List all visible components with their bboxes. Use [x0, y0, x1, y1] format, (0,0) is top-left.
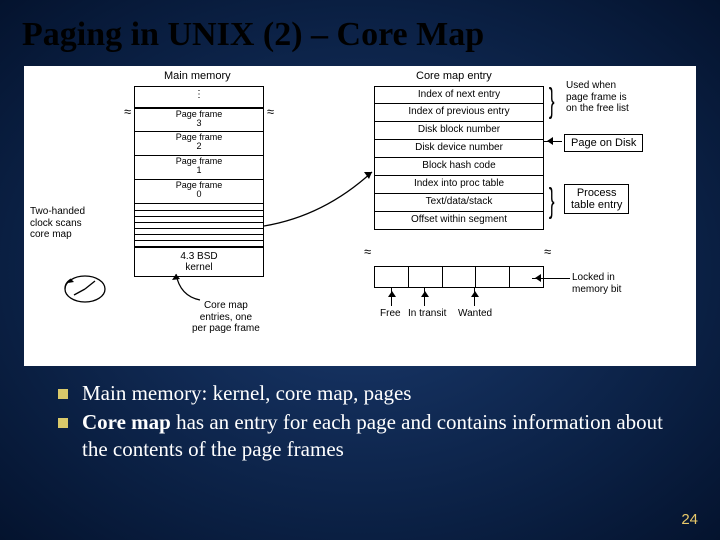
arrow-curve-icon	[170, 266, 210, 306]
mm-pf1: Page frame 1	[134, 156, 264, 180]
bullet-icon	[58, 418, 68, 428]
page-title: Paging in UNIX (2) – Core Map	[0, 0, 720, 62]
ann-locked: Locked in memory bit	[572, 272, 621, 295]
clock-icon	[62, 272, 108, 306]
cme-field: Offset within segment	[374, 212, 544, 230]
ann-freelist: Used when page frame is on the free list	[566, 80, 629, 115]
main-memory-header: Main memory	[164, 70, 231, 82]
bit-intransit: In transit	[408, 308, 446, 319]
bit-row	[374, 266, 544, 288]
bullet-item: Core map has an entry for each page and …	[58, 409, 680, 463]
cme-field: Index of next entry	[374, 86, 544, 104]
main-memory-column: ⋮ ≈≈ Page frame 3 Page frame 2 Page fram…	[134, 86, 264, 277]
diagram-area: Main memory Core map entry ⋮ ≈≈ Page fra…	[24, 66, 696, 366]
core-map-entry-column: Index of next entry Index of previous en…	[374, 86, 544, 230]
mm-pf3: Page frame 3	[134, 108, 264, 132]
callout-proc-table: Process table entry	[564, 184, 629, 214]
page-number: 24	[681, 511, 698, 528]
cme-field: Disk device number	[374, 140, 544, 158]
bullet-item: Main memory: kernel, core map, pages	[58, 380, 680, 407]
cme-field: Index of previous entry	[374, 104, 544, 122]
bullet-icon	[58, 389, 68, 399]
mm-pf0: Page frame 0	[134, 180, 264, 204]
bullet-list: Main memory: kernel, core map, pages Cor…	[0, 366, 720, 463]
cme-field: Index into proc table	[374, 176, 544, 194]
mm-pf2: Page frame 2	[134, 132, 264, 156]
callout-page-on-disk: Page on Disk	[564, 134, 643, 152]
mm-coremap-block	[134, 204, 264, 247]
ann-clock: Two-handed clock scans core map	[30, 206, 108, 241]
bit-free: Free	[380, 308, 401, 319]
cme-field: Block hash code	[374, 158, 544, 176]
core-map-entry-header: Core map entry	[416, 70, 492, 82]
mm-dots: ⋮	[134, 86, 264, 108]
cme-field: Text/data/stack	[374, 194, 544, 212]
link-arrow-icon	[264, 166, 376, 246]
cme-field: Disk block number	[374, 122, 544, 140]
bit-wanted: Wanted	[458, 308, 492, 319]
